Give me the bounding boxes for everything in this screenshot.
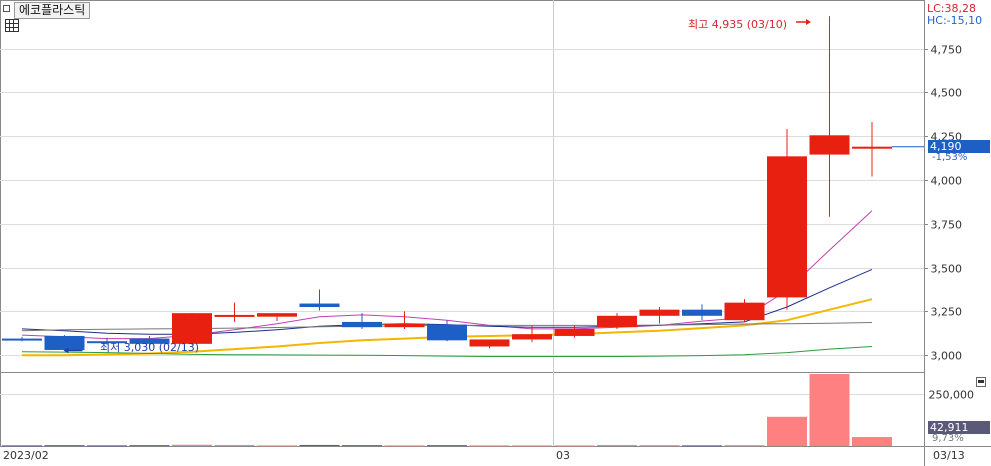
candle-body: [342, 321, 382, 328]
volume-tick-label: 250,000: [929, 389, 975, 402]
candle-body: [639, 309, 680, 316]
volume-bar: [682, 445, 722, 447]
high-annotation: 최고 4,935 (03/10): [688, 18, 788, 31]
volume-bar: [257, 445, 297, 447]
candle-body: [299, 303, 340, 308]
price-tick-label: 4,750: [931, 44, 963, 57]
price-tick-label: 3,000: [931, 350, 963, 363]
candle-body: [852, 146, 892, 149]
time-axis-month: 03: [556, 449, 570, 462]
candle-body: [597, 315, 637, 328]
time-axis-start: 2023/02: [3, 449, 49, 462]
volume-bars: [2, 374, 892, 447]
candle-body: [809, 135, 850, 155]
stock-chart-window: 에코플라스틱 3,000 3,250 3,500 3,750 4,000 4,250 4,5…: [0, 0, 991, 466]
volume-bar: [469, 445, 510, 447]
volume-bar: [597, 444, 637, 446]
volume-axis: 250,000: [929, 389, 975, 402]
high-arrow-head: [806, 19, 811, 25]
volume-bar: [512, 445, 552, 447]
hc-indicator: HC:-15,10: [927, 14, 983, 27]
candle-body: [512, 334, 552, 340]
volume-bar: [852, 437, 892, 446]
price-tick-label: 4,500: [931, 87, 963, 100]
price-tick-label: 3,250: [931, 306, 963, 319]
candle-body: [44, 335, 85, 350]
candle-body: [724, 302, 765, 321]
volume-bar: [724, 445, 765, 447]
time-axis-end: 03/13: [933, 449, 965, 462]
candles: [2, 16, 892, 350]
candle-body: [682, 309, 722, 316]
volume-bar: [427, 445, 467, 447]
price-tick-label: 3,500: [931, 263, 963, 276]
volume-percent: 9,73%: [932, 433, 964, 444]
candle-body: [767, 156, 807, 298]
volume-bar: [342, 445, 382, 447]
candle-body: [2, 338, 42, 341]
price-tick-label: 3,750: [931, 219, 963, 232]
volume-bar: [299, 444, 340, 446]
volume-bar: [809, 374, 850, 446]
volume-bar: [172, 444, 212, 446]
volume-bar: [129, 445, 170, 447]
candle-body: [554, 328, 595, 336]
price-axis: 3,0003,2503,5003,7504,0004,2504,5004,750: [924, 44, 962, 363]
volume-bar: [554, 445, 595, 447]
candle-body: [257, 313, 297, 317]
candle-body: [384, 323, 425, 328]
candle-body: [214, 314, 255, 317]
volume-bar: [639, 445, 680, 447]
volume-bar: [214, 444, 255, 446]
price-tick-label: 4,000: [931, 175, 963, 188]
change-percent: -1,53%: [932, 152, 968, 163]
price-volume-chart[interactable]: 3,0003,2503,5003,7504,0004,2504,5004,750…: [0, 0, 991, 466]
volume-bar: [767, 416, 807, 446]
candle-body: [469, 339, 510, 347]
volume-bar: [384, 445, 425, 447]
volume-bar: [87, 445, 127, 447]
low-annotation: 최저 3,030 (02/13): [100, 341, 200, 354]
candle-body: [427, 324, 467, 341]
volume-bar: [2, 445, 42, 447]
volume-bar: [44, 445, 85, 447]
volume-panel-menu-icon[interactable]: [976, 377, 986, 387]
